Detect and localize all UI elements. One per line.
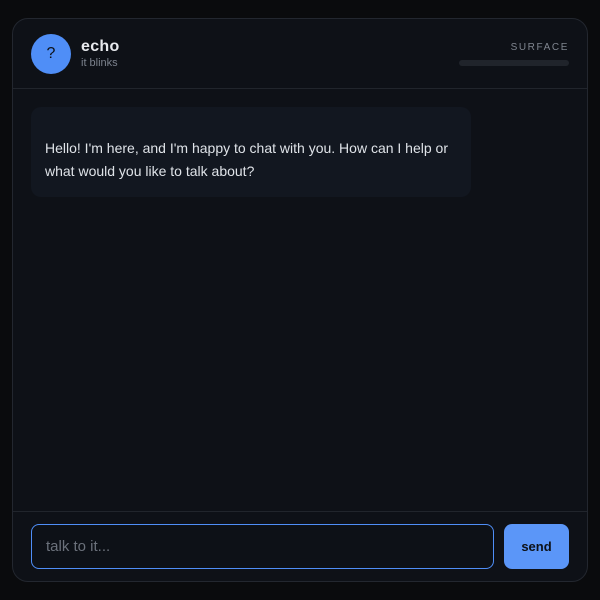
send-button[interactable]: send xyxy=(504,524,569,569)
title-block: echo it blinks xyxy=(81,37,120,70)
message-input[interactable] xyxy=(31,524,494,569)
surface-label: SURFACE xyxy=(510,42,569,53)
surface-bar xyxy=(459,60,569,66)
avatar: ? xyxy=(31,33,71,74)
app-subtitle: it blinks xyxy=(81,57,118,69)
chat-header: ? echo it blinks SURFACE xyxy=(13,19,587,89)
chat-window: ? echo it blinks SURFACE Hello! I'm here… xyxy=(12,18,588,582)
assistant-message-bubble: Hello! I'm here, and I'm happy to chat w… xyxy=(31,107,471,197)
composer: send xyxy=(13,511,587,581)
message-text: Hello! I'm here, and I'm happy to chat w… xyxy=(45,140,448,179)
app-name: echo xyxy=(81,38,120,55)
avatar-question-icon: ? xyxy=(46,44,56,62)
surface-indicator: SURFACE xyxy=(459,41,569,66)
message-list: Hello! I'm here, and I'm happy to chat w… xyxy=(13,89,587,511)
